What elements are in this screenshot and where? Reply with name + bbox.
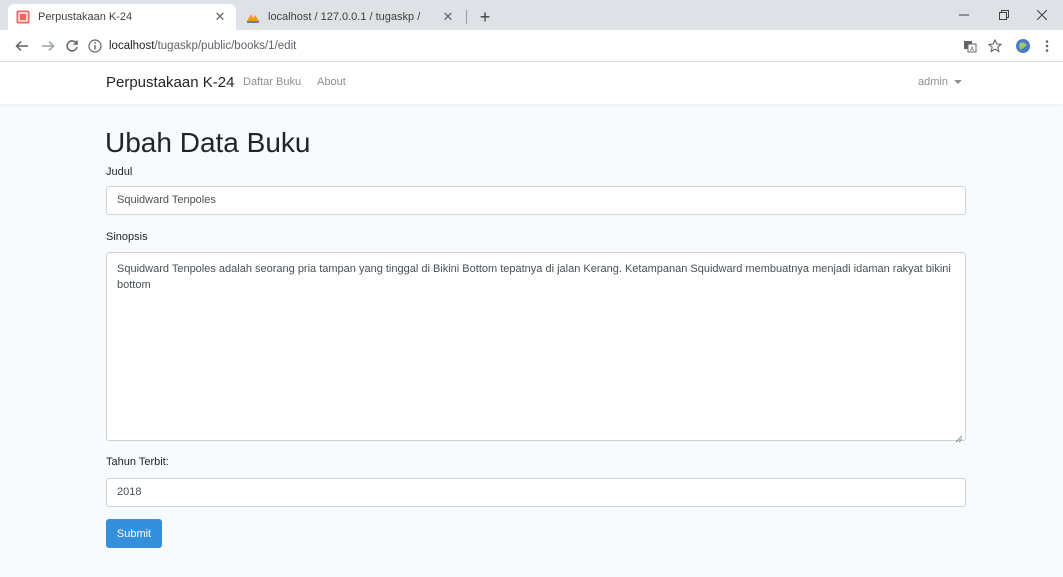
tab-close-icon[interactable]: ✕	[212, 9, 228, 25]
browser-tab-active[interactable]: Perpustakaan K-24 ✕	[8, 4, 236, 30]
kebab-menu-icon[interactable]	[1037, 36, 1057, 56]
star-icon[interactable]	[985, 36, 1005, 56]
nav-link-about[interactable]: About	[317, 76, 346, 88]
tab-separator	[466, 10, 467, 24]
restore-icon[interactable]	[984, 2, 1024, 28]
page-title: Ubah Data Buku	[105, 127, 311, 158]
tab-title: localhost / 127.0.0.1 / tugaskp /	[268, 11, 421, 23]
tab-title: Perpustakaan K-24	[38, 11, 133, 23]
phpmyadmin-favicon-icon	[246, 10, 260, 24]
browser-tab-strip: Perpustakaan K-24 ✕ localhost / 127.0.0.…	[0, 0, 1063, 30]
back-arrow-icon[interactable]	[12, 36, 32, 56]
user-dropdown[interactable]: admin	[918, 76, 962, 88]
translate-icon[interactable]: A	[960, 36, 980, 56]
tahun-terbit-input[interactable]: 2018	[106, 478, 966, 507]
user-name: admin	[918, 76, 948, 88]
close-window-icon[interactable]	[1022, 2, 1062, 28]
forward-arrow-icon[interactable]	[38, 36, 58, 56]
app-navbar: Perpustakaan K-24 Daftar Buku About admi…	[0, 62, 1063, 104]
resize-handle-icon[interactable]	[954, 430, 963, 443]
submit-button[interactable]: Submit	[106, 519, 162, 548]
minimize-icon[interactable]	[944, 2, 984, 28]
sinopsis-textarea[interactable]: Squidward Tenpoles adalah seorang pria t…	[106, 252, 966, 441]
judul-label: Judul	[106, 166, 133, 178]
url-path: /tugaskp/public/books/1/edit	[154, 40, 297, 52]
caret-down-icon	[953, 80, 962, 84]
tahun-terbit-label: Tahun Terbit:	[106, 456, 169, 468]
browser-tab-inactive[interactable]: localhost / 127.0.0.1 / tugaskp / ✕	[238, 4, 464, 30]
new-tab-button[interactable]: +	[474, 6, 496, 28]
url-host: localhost	[109, 40, 155, 52]
reload-icon[interactable]	[62, 36, 82, 56]
navbar-brand[interactable]: Perpustakaan K-24	[106, 74, 234, 91]
tab-close-icon[interactable]: ✕	[440, 9, 456, 25]
profile-icon[interactable]	[1013, 36, 1033, 56]
address-bar[interactable]: localhost/tugaskp/public/books/1/edit	[88, 35, 948, 57]
judul-input[interactable]: Squidward Tenpoles	[106, 186, 966, 215]
laravel-favicon-icon	[16, 10, 30, 24]
nav-link-daftar-buku[interactable]: Daftar Buku	[243, 76, 301, 88]
browser-toolbar: localhost/tugaskp/public/books/1/edit A	[0, 30, 1063, 62]
sinopsis-label: Sinopsis	[106, 231, 148, 243]
info-icon[interactable]	[88, 39, 102, 53]
